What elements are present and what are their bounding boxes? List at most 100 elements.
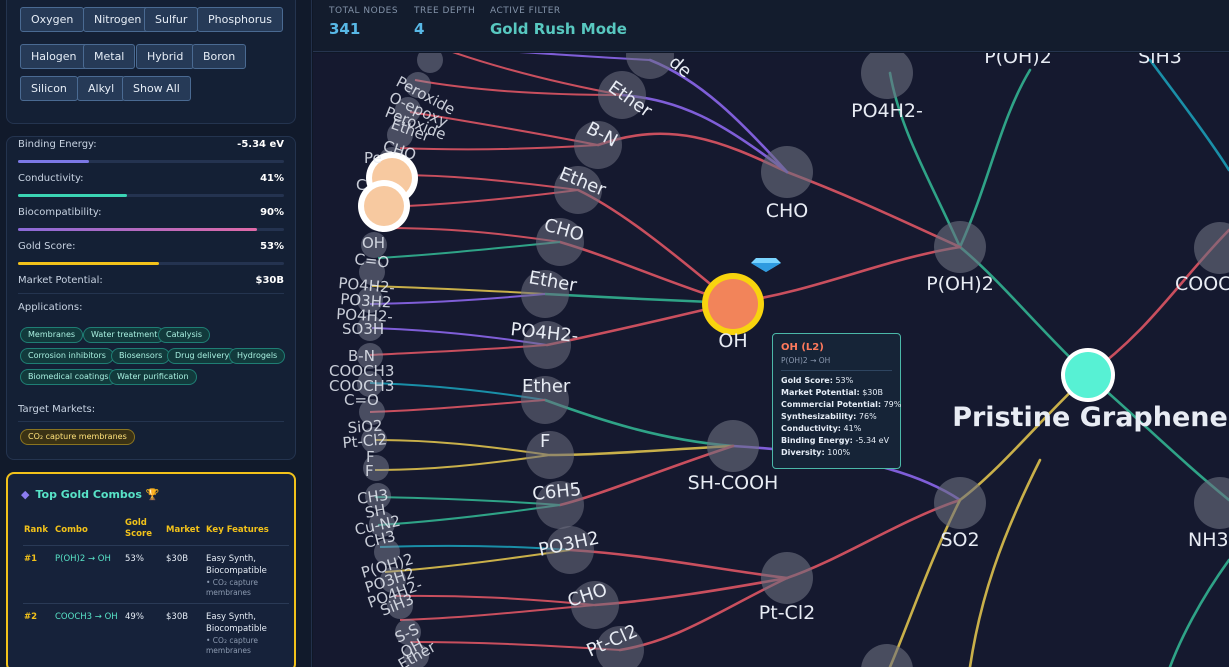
prop-value: 53%: [260, 241, 284, 252]
link: [958, 68, 1032, 249]
filter-chip-silicon[interactable]: Silicon: [20, 76, 78, 101]
properties-panel: Binding Energy: -5.34 eV Conductivity: 4…: [6, 136, 296, 460]
node-cooc[interactable]: [1194, 222, 1229, 274]
prop-value: -5.34 eV: [237, 139, 284, 150]
filter-chip-alkyl[interactable]: Alkyl: [77, 76, 126, 101]
node-so2[interactable]: [934, 477, 986, 529]
node-bottom[interactable]: [861, 644, 913, 667]
prop-label: Biocompatibility:: [18, 207, 102, 218]
link: [371, 285, 546, 295]
link: [414, 79, 623, 96]
ring-label: PO4H2-: [509, 319, 579, 347]
filter-chip-halogen[interactable]: Halogen: [20, 44, 88, 69]
filter-chip-metal[interactable]: Metal: [83, 44, 136, 69]
prop-market-potential: Market Potential: $30B: [18, 275, 284, 289]
outer-node[interactable]: [417, 53, 443, 73]
tooltip-row: Binding Energy: -5.34 eV: [781, 435, 892, 447]
tooltip-value: 53%: [835, 376, 854, 385]
node-nh3[interactable]: [1194, 477, 1229, 529]
outer-label: C=O: [344, 391, 379, 409]
link: [399, 604, 596, 621]
combos-title: ◆ Top Gold Combos 🏆: [21, 488, 159, 501]
row-combo: P(OH)2 → OH: [55, 554, 111, 564]
filter-chip-show-all[interactable]: Show All: [122, 76, 191, 101]
outer-label: OH: [362, 234, 385, 252]
col-header-combo: Combo: [55, 525, 88, 535]
highlighted-node[interactable]: [364, 186, 404, 226]
filter-chip-oxygen[interactable]: Oxygen: [20, 7, 85, 32]
link: [374, 454, 551, 471]
application-tag: Water treatment: [83, 327, 166, 343]
tree-graph-canvas[interactable]: PO4H2- CHO P(OH)2 SO2 Pt-Cl2 OH SH-COOH …: [313, 53, 1229, 667]
node-p-oh-2[interactable]: [934, 221, 986, 273]
table-divider: [23, 603, 289, 604]
application-tag: Membranes: [20, 327, 84, 343]
application-tag: Corrosion inhibitors: [20, 348, 114, 364]
filter-chip-nitrogen[interactable]: Nitrogen: [83, 7, 153, 32]
application-tag: Biosensors: [111, 348, 171, 364]
binding-energy-bar: [18, 160, 284, 163]
root-label: Pristine Graphene: [952, 402, 1228, 433]
prop-gold-score: Gold Score: 53%: [18, 241, 284, 255]
selected-node-oh[interactable]: [708, 279, 758, 329]
root-node[interactable]: [1065, 352, 1111, 398]
prop-label: Market Potential:: [18, 275, 103, 286]
tooltip-row: Conductivity: 41%: [781, 423, 892, 435]
filter-chip-sulfur[interactable]: Sulfur: [144, 7, 199, 32]
row-market: $30B: [166, 612, 189, 622]
node-pt-cl2[interactable]: [761, 552, 813, 604]
row-combo: COOCH3 → OH: [55, 612, 118, 622]
col-header-key-features: Key Features: [206, 525, 269, 535]
filter-chip-hybrid[interactable]: Hybrid: [136, 44, 195, 69]
tooltip-key: Market Potential:: [781, 388, 860, 397]
outer-label: C=O: [354, 250, 391, 272]
link: [543, 398, 735, 448]
link: [394, 594, 596, 606]
outer-label: C: [356, 176, 366, 194]
label-cho: CHO: [766, 200, 809, 222]
application-tag: Catalysis: [158, 327, 211, 343]
label-pt-cl2: Pt-Cl2: [759, 602, 815, 624]
prop-label: Conductivity:: [18, 173, 84, 184]
ring-label: F: [540, 431, 550, 452]
bar-fill: [18, 262, 159, 265]
conductivity-bar: [18, 194, 284, 197]
link: [394, 174, 579, 191]
tooltip-divider: [781, 370, 892, 371]
link: [785, 170, 962, 249]
application-tag: Water purification: [109, 369, 197, 385]
prop-label: Gold Score:: [18, 241, 76, 252]
link: [596, 132, 789, 174]
link: [369, 399, 546, 413]
row-rank: #1: [24, 554, 38, 564]
row-rank: #2: [24, 612, 38, 622]
market-tag: CO₂ capture membranes: [20, 429, 135, 445]
node-sh-cooh[interactable]: [707, 420, 759, 472]
prop-label: Binding Energy:: [18, 139, 97, 150]
link: [369, 293, 546, 305]
bar-fill: [18, 228, 257, 231]
combos-title-text: Top Gold Combos 🏆: [35, 488, 160, 501]
col-header-market: Market: [166, 525, 200, 535]
application-tag: Hydrogels: [229, 348, 286, 364]
tooltip-row: Gold Score: 53%: [781, 375, 892, 387]
top-gold-combos-panel: ◆ Top Gold Combos 🏆 Rank Combo Gold Score…: [6, 472, 296, 667]
label-oh: OH: [718, 330, 747, 352]
tree-graph-svg[interactable]: PO4H2- CHO P(OH)2 SO2 Pt-Cl2 OH SH-COOH …: [313, 53, 1229, 667]
node-cho[interactable]: [761, 146, 813, 198]
col-header-gold-score: Gold Score: [125, 518, 152, 539]
link: [377, 241, 561, 259]
stats-header: TOTAL NODES 341 TREE DEPTH 4 ACTIVE FILT…: [313, 0, 1229, 52]
row-market: $30B: [166, 554, 189, 564]
tooltip-row: Market Potential: $30B: [781, 387, 892, 399]
filter-chip-boron[interactable]: Boron: [192, 44, 247, 69]
stat-caption: TREE DEPTH: [414, 6, 476, 16]
filter-chip-phosphorus[interactable]: Phosphorus: [197, 7, 283, 32]
link: [399, 144, 599, 151]
col-header-rank: Rank: [24, 525, 48, 535]
tooltip-path: P(OH)2 → OH: [781, 356, 831, 365]
tooltip-row: Commercial Potential: 79%: [781, 399, 901, 411]
biocompatibility-bar: [18, 228, 284, 231]
node-po4h2[interactable]: [861, 53, 913, 99]
tooltip-key: Binding Energy:: [781, 436, 853, 445]
